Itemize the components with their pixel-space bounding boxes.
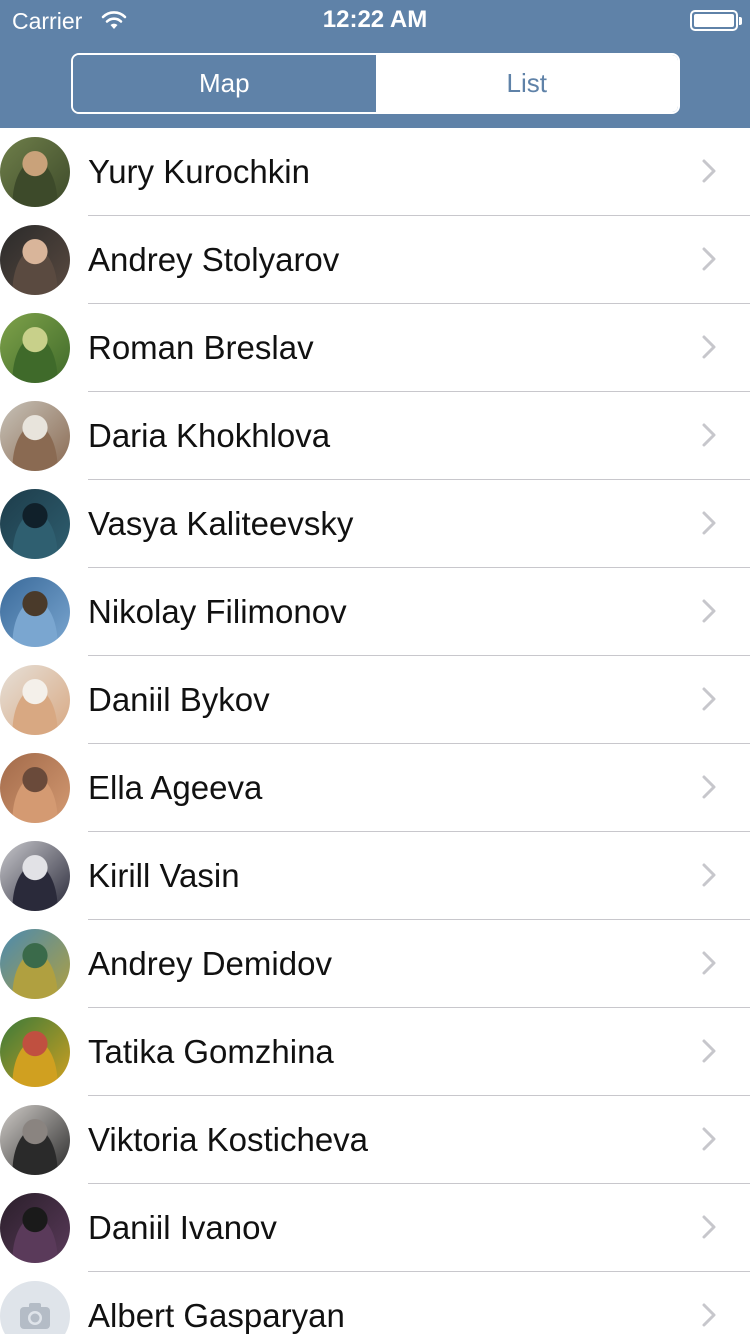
contact-row[interactable]: Daniil Bykov — [0, 656, 750, 744]
chevron-right-icon — [702, 863, 716, 887]
chevron-right-icon — [702, 687, 716, 711]
chevron-right-icon — [702, 1215, 716, 1239]
contact-row[interactable]: Ella Ageeva — [0, 744, 750, 832]
contact-name: Roman Breslav — [88, 329, 314, 366]
chevron-right-icon — [702, 247, 716, 271]
avatar — [0, 313, 70, 383]
avatar — [0, 665, 70, 735]
contact-name: Andrey Stolyarov — [88, 241, 340, 278]
contact-name: Ella Ageeva — [88, 769, 263, 806]
contact-name: Nikolay Filimonov — [88, 593, 347, 630]
clock: 12:22 AM — [322, 6, 428, 33]
contact-name: Yury Kurochkin — [88, 153, 310, 190]
contact-name: Daniil Bykov — [88, 681, 270, 718]
chevron-right-icon — [702, 511, 716, 535]
contact-row[interactable]: Yury Kurochkin — [0, 128, 750, 216]
avatar — [0, 1193, 70, 1263]
contact-row[interactable]: Tatika Gomzhina — [0, 1008, 750, 1096]
avatar — [0, 929, 70, 999]
avatar — [0, 1105, 70, 1175]
navigation-header: Carrier 12:22 AM Map List — [0, 0, 750, 128]
chevron-right-icon — [702, 1127, 716, 1151]
contact-row[interactable]: Vasya Kaliteevsky — [0, 480, 750, 568]
contact-row[interactable]: Kirill Vasin — [0, 832, 750, 920]
status-bar: Carrier 12:22 AM — [0, 0, 750, 40]
contact-name: Viktoria Kosticheva — [88, 1121, 369, 1158]
contact-row[interactable]: Nikolay Filimonov — [0, 568, 750, 656]
chevron-right-icon — [702, 951, 716, 975]
chevron-right-icon — [702, 423, 716, 447]
avatar — [0, 225, 70, 295]
contact-row[interactable]: Andrey Demidov — [0, 920, 750, 1008]
avatar — [0, 753, 70, 823]
avatar — [0, 137, 70, 207]
contact-row[interactable]: Albert Gasparyan — [0, 1272, 750, 1334]
contact-name: Tatika Gomzhina — [88, 1033, 334, 1070]
chevron-right-icon — [702, 599, 716, 623]
segment-list[interactable]: List — [375, 55, 678, 112]
battery-icon — [690, 10, 742, 31]
contact-row[interactable]: Daria Khokhlova — [0, 392, 750, 480]
avatar — [0, 489, 70, 559]
contact-row[interactable]: Andrey Stolyarov — [0, 216, 750, 304]
view-mode-segmented-control[interactable]: Map List — [71, 53, 680, 114]
contact-name: Andrey Demidov — [88, 945, 332, 982]
contact-row[interactable]: Daniil Ivanov — [0, 1184, 750, 1272]
contact-name: Daria Khokhlova — [88, 417, 331, 454]
contact-name: Daniil Ivanov — [88, 1209, 277, 1246]
chevron-right-icon — [702, 1303, 716, 1327]
chevron-right-icon — [702, 775, 716, 799]
contact-name: Albert Gasparyan — [88, 1297, 345, 1334]
contact-list[interactable]: Yury Kurochkin Andrey Stolyarov Roman Bres… — [0, 128, 750, 1334]
contact-name: Kirill Vasin — [88, 857, 240, 894]
avatar — [0, 577, 70, 647]
chevron-right-icon — [702, 159, 716, 183]
chevron-right-icon — [702, 1039, 716, 1063]
chevron-right-icon — [702, 335, 716, 359]
segment-map[interactable]: Map — [73, 55, 376, 112]
contact-row[interactable]: Roman Breslav — [0, 304, 750, 392]
contact-name: Vasya Kaliteevsky — [88, 505, 354, 542]
camera-placeholder-icon — [0, 1281, 70, 1334]
contact-row[interactable]: Viktoria Kosticheva — [0, 1096, 750, 1184]
avatar — [0, 841, 70, 911]
avatar — [0, 401, 70, 471]
avatar — [0, 1017, 70, 1087]
